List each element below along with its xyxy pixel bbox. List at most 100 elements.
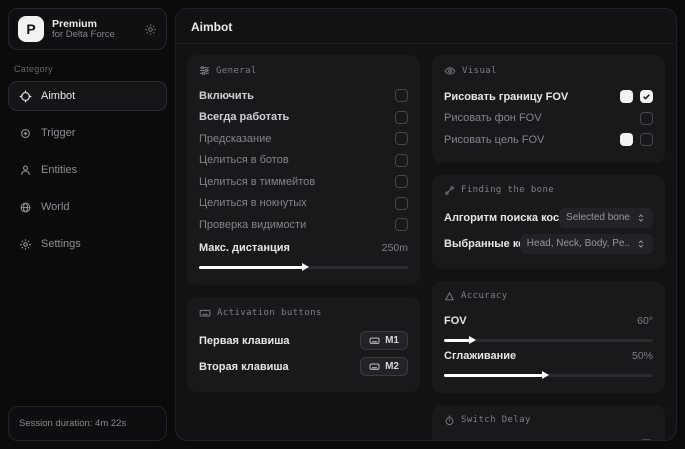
setting-row: Алгоритм поиска костей Selected bone <box>444 205 653 231</box>
checkbox[interactable] <box>395 132 408 145</box>
checkbox[interactable] <box>395 175 408 188</box>
panel-title: Accuracy <box>461 291 508 301</box>
setting-row: Рисовать цель FOV <box>444 129 653 151</box>
setting-label: Всегда работать <box>199 111 289 123</box>
gear-icon[interactable] <box>144 23 157 36</box>
sidebar-item-aimbot[interactable]: Aimbot <box>8 81 167 111</box>
globe-icon <box>19 201 32 214</box>
keybind-value: M1 <box>385 335 399 346</box>
sidebar-item-label: Entities <box>41 164 77 176</box>
product-logo: P <box>18 16 44 42</box>
setting-label: Вторая клавиша <box>199 361 289 373</box>
setting-label: Первая клавиша <box>199 335 290 347</box>
panel-title: Finding the bone <box>461 185 554 195</box>
sidebar-item-label: Aimbot <box>41 90 75 102</box>
panel-title: Visual <box>462 66 497 76</box>
timer-icon <box>444 415 455 426</box>
chevrons-up-down-icon <box>636 239 646 249</box>
checkbox[interactable] <box>640 90 653 103</box>
chevrons-up-down-icon <box>636 213 646 223</box>
checkbox[interactable] <box>395 154 408 167</box>
first-key-button[interactable]: M1 <box>360 331 408 350</box>
panel-header: Accuracy <box>444 291 653 302</box>
setting-label: Задержка переключения <box>444 439 571 440</box>
setting-row: Выбранные кости Head, Neck, Body, Pe.. <box>444 231 653 257</box>
checkbox[interactable] <box>395 218 408 231</box>
checkbox[interactable] <box>640 439 653 440</box>
setting-row: Первая клавиша M1 <box>199 328 408 354</box>
setting-row: Включить <box>199 85 408 107</box>
checkbox[interactable] <box>640 112 653 125</box>
sidebar-item-trigger[interactable]: Trigger <box>8 118 167 148</box>
setting-label: Рисовать границу FOV <box>444 91 568 103</box>
slider-value: 60° <box>637 315 653 327</box>
setting-label: Рисовать фон FOV <box>444 112 542 124</box>
category-label: Category <box>14 64 161 74</box>
slider-label: FOV <box>444 315 467 327</box>
slider-label-row: Сглаживание 50% <box>444 346 653 367</box>
setting-label: Включить <box>199 90 254 102</box>
slider-label-row: FOV 60° <box>444 311 653 332</box>
setting-label: Целиться в нокнутых <box>199 197 307 209</box>
triangle-icon <box>444 291 455 302</box>
trigger-icon <box>19 127 32 140</box>
keyboard-icon <box>369 361 380 372</box>
sidebar-item-entities[interactable]: Entities <box>8 155 167 185</box>
setting-label: Выбранные кости <box>444 238 520 250</box>
bone-algorithm-select[interactable]: Selected bone <box>559 208 653 228</box>
checkbox[interactable] <box>395 111 408 124</box>
checkbox[interactable] <box>395 197 408 210</box>
panel-header: General <box>199 65 408 76</box>
color-swatch[interactable] <box>620 133 633 146</box>
setting-label: Целиться в тиммейтов <box>199 176 315 188</box>
setting-row: Всегда работать <box>199 107 408 129</box>
setting-label: Алгоритм поиска костей <box>444 212 559 224</box>
slider-fill <box>444 374 544 377</box>
product-card: P Premium for Delta Force <box>8 8 167 50</box>
setting-row: Рисовать границу FOV <box>444 86 653 108</box>
select-value: Head, Neck, Body, Pe.. <box>527 238 630 249</box>
slider-label: Макс. дистанция <box>199 242 290 254</box>
keybind-value: M2 <box>385 361 399 372</box>
sidebar-item-world[interactable]: World <box>8 192 167 222</box>
keyboard-icon <box>369 335 380 346</box>
setting-row: Целиться в нокнутых <box>199 193 408 215</box>
right-column: Visual Рисовать границу FOV Рисовать фон… <box>432 55 665 440</box>
bone-icon <box>444 185 455 196</box>
left-column: General Включить Всегда работать Предска… <box>187 55 420 392</box>
panel-header: Visual <box>444 65 653 77</box>
second-key-button[interactable]: M2 <box>360 357 408 376</box>
setting-label: Рисовать цель FOV <box>444 134 544 146</box>
max-distance-slider[interactable] <box>199 266 408 269</box>
panel-visual: Visual Рисовать границу FOV Рисовать фон… <box>432 55 665 163</box>
smoothing-slider[interactable] <box>444 374 653 377</box>
checkbox[interactable] <box>395 89 408 102</box>
sidebar-item-settings[interactable]: Settings <box>8 229 167 259</box>
selected-bones-select[interactable]: Head, Neck, Body, Pe.. <box>520 234 653 254</box>
setting-row: Рисовать фон FOV <box>444 108 653 130</box>
color-swatch[interactable] <box>620 90 633 103</box>
panel-switch-delay: Switch Delay Задержка переключения Задер… <box>432 405 665 441</box>
setting-label: Целиться в ботов <box>199 154 289 166</box>
content-grid: General Включить Всегда работать Предска… <box>176 44 676 440</box>
panel-activation-buttons: Activation buttons Первая клавиша M1 Вто… <box>187 297 420 392</box>
slider-fill <box>199 266 304 269</box>
slider-thumb[interactable] <box>542 371 549 379</box>
setting-label: Проверка видимости <box>199 219 306 231</box>
select-value: Selected bone <box>566 212 630 223</box>
panel-title: Switch Delay <box>461 415 531 425</box>
session-duration: Session duration: 4m 22s <box>8 406 167 441</box>
slider-thumb[interactable] <box>469 336 476 344</box>
fov-slider[interactable] <box>444 339 653 342</box>
main-panel: Aimbot General Включить Всег <box>175 8 677 441</box>
slider-label: Сглаживание <box>444 350 516 362</box>
panel-title: Activation buttons <box>217 308 322 318</box>
crosshair-icon <box>19 90 32 103</box>
sliders-icon <box>199 65 210 76</box>
setting-row: Задержка переключения <box>444 435 653 441</box>
sidebar-item-label: Settings <box>41 238 81 250</box>
slider-thumb[interactable] <box>302 263 309 271</box>
sidebar-item-label: Trigger <box>41 127 75 139</box>
checkbox[interactable] <box>640 133 653 146</box>
product-name: Premium <box>52 18 136 30</box>
